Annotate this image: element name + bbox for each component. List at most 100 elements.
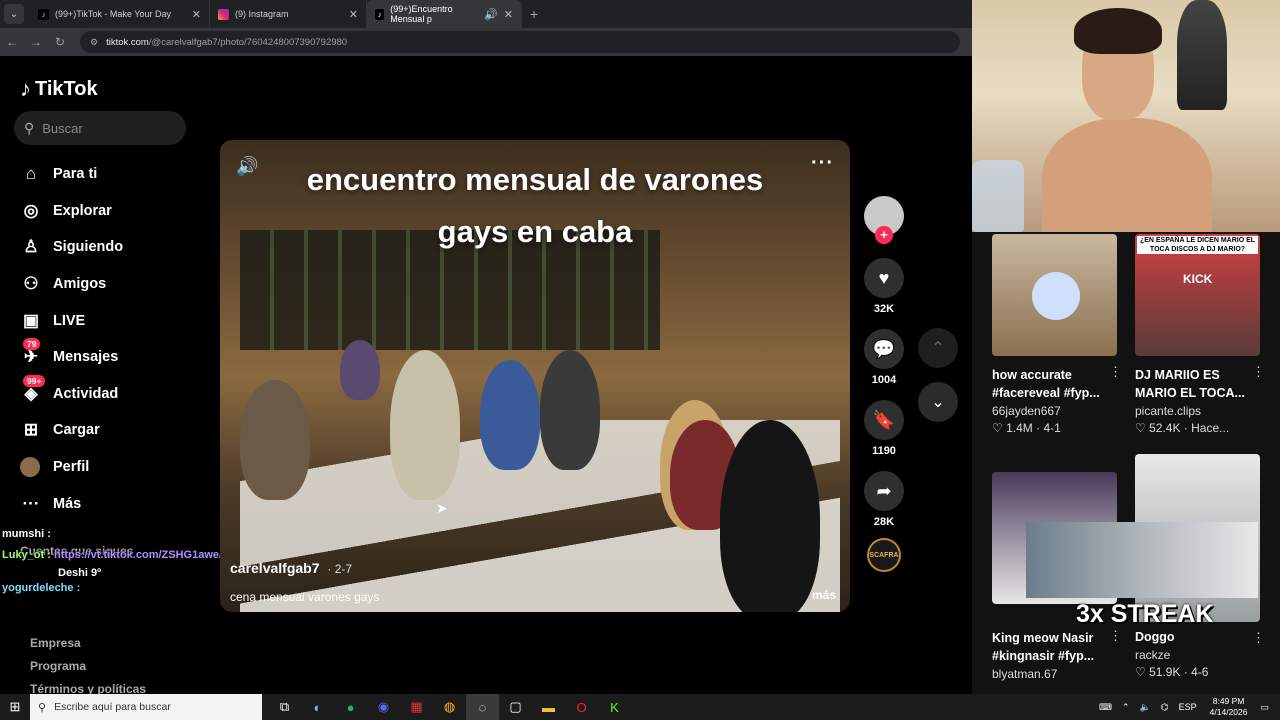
reload-icon[interactable]: ↻ [48, 35, 72, 49]
kebab-icon[interactable]: ⋮ [1252, 630, 1265, 646]
task-view-icon[interactable]: ⧉ [268, 694, 301, 720]
kebab-icon[interactable]: ⋮ [1109, 628, 1122, 644]
heart-icon[interactable]: ♥ [864, 258, 904, 298]
share-action[interactable]: ➦ 28K [862, 471, 906, 528]
heart-outline-icon: ♡ [1135, 665, 1146, 679]
card-user[interactable]: rackze [1135, 648, 1265, 662]
heart-outline-icon: ♡ [992, 421, 1003, 435]
card-title[interactable]: DJ MARIIO ES MARIO EL TOCA... [1135, 366, 1255, 402]
chat-user: yogurdeleche : [2, 582, 81, 594]
opera-icon[interactable]: O [565, 694, 598, 720]
voicemeeter-icon[interactable]: ▦ [400, 694, 433, 720]
kebab-icon[interactable]: ⋮ [1109, 364, 1122, 380]
search-box[interactable]: ⚲ [14, 111, 186, 145]
chrome-icon[interactable]: ◍ [433, 694, 466, 720]
card-user[interactable]: blyatman.67 [992, 667, 1122, 681]
sidebar-item-mensajes[interactable]: ✈ 79 Mensajes [20, 337, 200, 376]
previous-post-button[interactable]: ⌃ [918, 328, 958, 368]
tab-search-icon[interactable]: ⌄ [4, 4, 24, 24]
feed-card[interactable]: ⋮ how accurate #facereveal #fyp... 66jay… [992, 234, 1122, 435]
notifications-icon[interactable]: ▭ [1260, 702, 1269, 713]
back-icon[interactable]: ← [0, 35, 24, 49]
close-icon[interactable]: ✕ [498, 8, 513, 21]
card-user[interactable]: picante.clips [1135, 404, 1265, 418]
tiktok-logo[interactable]: ♪ TikTok [20, 76, 98, 102]
language-indicator[interactable]: ESP [1179, 702, 1197, 712]
obs-icon[interactable]: ◌ [466, 694, 499, 720]
sidebar-item-label: Explorar [53, 202, 112, 219]
card-title[interactable]: King meow Nasir #kingnasir #fyp... [992, 629, 1112, 665]
card-meta: ♡ 1.4M · 4-1 [992, 421, 1061, 435]
kebab-icon[interactable]: ⋮ [1252, 364, 1265, 380]
sidebar-item-live[interactable]: ▣ LIVE [20, 302, 200, 339]
site-info-icon[interactable]: ⚙ [90, 37, 98, 48]
card-date: Hace... [1191, 421, 1230, 435]
bookmark-icon[interactable]: 🔖 [864, 400, 904, 440]
sidebar-item-actividad[interactable]: ◈ 99+ Actividad [20, 374, 200, 413]
copilot-icon[interactable]: ◐ [301, 694, 334, 720]
friends-icon: ⚇ [23, 274, 39, 294]
windows-start-icon[interactable]: ⊞ [0, 699, 30, 715]
close-icon[interactable]: ✕ [341, 8, 358, 21]
kick-logo: KICK [1183, 272, 1213, 286]
chevron-up-icon[interactable]: ⌃ [1122, 702, 1130, 713]
close-icon[interactable]: ✕ [184, 8, 201, 21]
sidebar-item-mas[interactable]: ··· Más [20, 485, 200, 522]
search-input[interactable] [42, 120, 163, 136]
next-post-button[interactable]: ⌄ [918, 382, 958, 422]
tab-tiktok-home[interactable]: ♪ (99+)TikTok - Make Your Day ✕ [30, 0, 210, 28]
plate-shape [1032, 272, 1080, 320]
footer-link[interactable]: Programa [30, 659, 146, 682]
url-field[interactable]: ⚙ tiktok.com /@carelvalfgab7/photo/76042… [80, 31, 960, 53]
like-action[interactable]: ♥ 32K [862, 258, 906, 315]
follow-plus-icon[interactable]: + [875, 226, 893, 244]
video-thumbnail[interactable] [992, 234, 1117, 356]
sidebar-item-explorar[interactable]: ◎ Explorar [20, 193, 200, 230]
save-action[interactable]: 🔖 1190 [862, 400, 906, 457]
new-tab-button[interactable]: + [530, 6, 538, 22]
sidebar-item-para-ti[interactable]: ⌂ Para ti [20, 156, 200, 193]
forward-icon[interactable]: → [24, 35, 48, 49]
video-thumbnail[interactable]: ¿EN ESPAÑA LE DICEN MARIO EL TOCA DISCOS… [1135, 234, 1260, 356]
file-explorer-icon[interactable]: ▬ [532, 694, 565, 720]
card-title[interactable]: Doggo [1135, 628, 1255, 646]
instagram-favicon-icon [218, 8, 229, 20]
caption-more-button[interactable]: más [812, 588, 836, 602]
share-icon[interactable]: ➦ [864, 471, 904, 511]
sidebar-item-label: Cargar [53, 422, 100, 439]
comment-action[interactable]: 💬 1004 [862, 329, 906, 386]
sidebar-item-perfil[interactable]: Perfil [20, 449, 200, 486]
upload-icon: ⊞ [23, 420, 39, 440]
card-user[interactable]: 66jayden667 [992, 404, 1122, 418]
spotify-icon[interactable]: ● [334, 694, 367, 720]
home-icon: ⌂ [25, 164, 37, 184]
sidebar-item-siguiendo[interactable]: ♙ Siguiendo [20, 229, 200, 266]
keyboard-icon[interactable]: ⌨ [1099, 702, 1112, 713]
footer-link[interactable]: Empresa [30, 636, 146, 659]
speaker-icon[interactable]: 🔈 [1140, 702, 1151, 713]
creator-avatar[interactable]: + [864, 196, 904, 244]
comment-icon[interactable]: 💬 [864, 329, 904, 369]
author-name[interactable]: carelvalfgab7 [230, 560, 320, 576]
sidebar-item-cargar[interactable]: ⊞ Cargar [20, 412, 200, 449]
post-author[interactable]: carelvalfgab7 · 2-7 [230, 560, 352, 576]
feed-card[interactable]: ¿EN ESPAÑA LE DICEN MARIO EL TOCA DISCOS… [1135, 234, 1265, 435]
sidebar-item-label: Perfil [53, 459, 90, 476]
speaker-icon[interactable]: 🔊 [480, 8, 498, 21]
network-icon[interactable]: ⌬ [1161, 702, 1169, 713]
taskbar-search[interactable]: ⚲ Escribe aquí para buscar [30, 694, 262, 720]
app-icon[interactable]: ▢ [499, 694, 532, 720]
sidebar-item-amigos[interactable]: ⚇ Amigos [20, 266, 200, 303]
clock[interactable]: 8:49 PM 4/14/2026 [1210, 696, 1248, 718]
search-icon: ⚲ [24, 119, 35, 136]
tab-encuentro[interactable]: ♪ (99+)Encuentro Mensual p 🔊 ✕ [367, 0, 522, 28]
photo-post[interactable]: 🔊 ··· encuentro mensual de varones gays … [220, 140, 850, 612]
tab-instagram[interactable]: (9) Instagram ✕ [210, 0, 367, 28]
kick-icon[interactable]: K [598, 694, 631, 720]
chat-text: https://vt.tiktok.com/ZSHG1awe/ [53, 549, 223, 561]
sound-disc[interactable]: SCAFRA [867, 538, 901, 572]
card-title[interactable]: how accurate #facereveal #fyp... [992, 366, 1112, 402]
post-actions: + ♥ 32K 💬 1004 🔖 1190 ➦ 28K SCAFRA [862, 196, 906, 572]
streamer-webcam [972, 0, 1280, 232]
discord-icon[interactable]: ◉ [367, 694, 400, 720]
